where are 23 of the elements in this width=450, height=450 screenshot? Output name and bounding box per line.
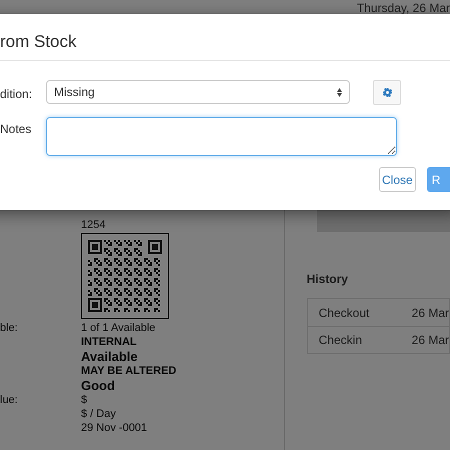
field-label: ble: bbox=[0, 321, 18, 335]
field-label: lue: bbox=[0, 393, 18, 407]
condition-dropdown[interactable]: Missing bbox=[46, 80, 350, 104]
primary-button[interactable]: R bbox=[426, 167, 450, 192]
field-value: MAY BE ALTERED bbox=[81, 364, 176, 378]
history-event: Checkout bbox=[318, 304, 370, 322]
field-value: INTERNAL bbox=[81, 335, 137, 349]
field-value: $ / Day bbox=[81, 407, 116, 421]
item-code: 1254 bbox=[81, 220, 106, 231]
field-label: Notes bbox=[0, 121, 32, 138]
date-text: Thursday, 26 Mar bbox=[356, 2, 450, 14]
close-button[interactable]: Close bbox=[379, 167, 416, 192]
field-label: dition: bbox=[0, 86, 34, 103]
history-event: Checkin bbox=[318, 332, 363, 349]
field-value: Available bbox=[81, 349, 138, 364]
field-value: 1 of 1 Available bbox=[81, 321, 156, 335]
history-date: 26 Mar bbox=[412, 332, 449, 349]
history-heading: History bbox=[306, 271, 349, 288]
field-value: 29 Nov -0001 bbox=[81, 421, 148, 435]
modal-title: rom Stock bbox=[0, 32, 77, 51]
field-value: Good bbox=[81, 378, 115, 393]
history-date: 26 Mar bbox=[412, 304, 449, 322]
field-value: $ bbox=[81, 393, 88, 407]
